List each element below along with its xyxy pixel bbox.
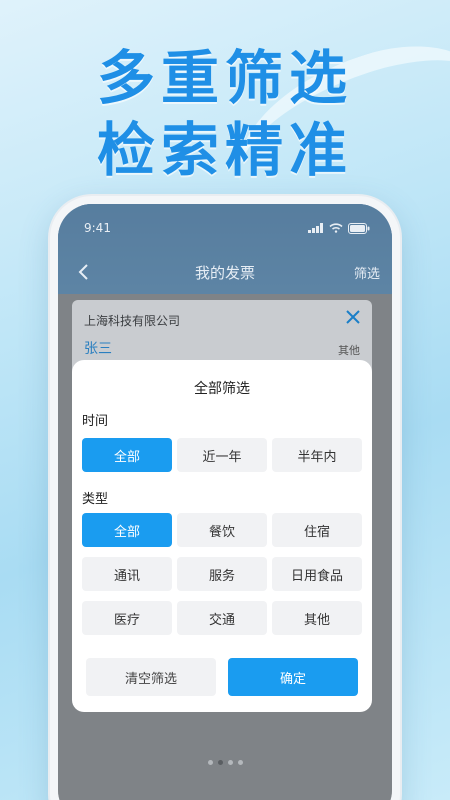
type-option-dining[interactable]: 餐饮 (177, 513, 267, 547)
battery-icon (348, 222, 370, 234)
phone-screen: 9:41 我的发票 筛选 上海科技有限公司 张三 其他 全部筛选 时间 全部 近… (58, 204, 392, 800)
type-section-label: 类型 (82, 492, 109, 507)
sheet-title: 全部筛选 (194, 381, 250, 397)
invoice-tag: 其他 (338, 344, 360, 357)
type-option-other[interactable]: 其他 (272, 601, 362, 635)
filter-sheet: 全部筛选 时间 全部 近一年 半年内 类型 全部 餐饮 住宿 通讯 服务 日用食… (72, 360, 372, 712)
page-dot[interactable] (227, 760, 233, 765)
page-title: 我的发票 (194, 263, 255, 282)
type-option-all[interactable]: 全部 (82, 513, 172, 547)
hero-line-1: 多重筛选 (96, 44, 353, 112)
page-indicator (58, 760, 392, 765)
type-option-transport[interactable]: 交通 (177, 601, 267, 635)
page-dot-active[interactable] (217, 760, 223, 765)
status-bar: 9:41 (84, 218, 370, 238)
confirm-button[interactable]: 确定 (228, 658, 358, 696)
navigation-bar: 我的发票 筛选 (58, 254, 392, 290)
type-option-groceries[interactable]: 日用食品 (272, 557, 362, 591)
time-option-last-year[interactable]: 近一年 (177, 438, 267, 472)
filter-button[interactable]: 筛选 (354, 263, 380, 282)
page-dot[interactable] (237, 760, 243, 765)
invoice-company: 上海科技有限公司 (84, 314, 181, 328)
time-section-label: 时间 (82, 414, 109, 429)
signal-icon (308, 223, 323, 233)
page-dot[interactable] (207, 760, 213, 765)
type-option-service[interactable]: 服务 (177, 557, 267, 591)
status-icons (308, 222, 370, 234)
wifi-icon (329, 223, 343, 233)
type-option-medical[interactable]: 医疗 (82, 601, 172, 635)
phone-frame: 9:41 我的发票 筛选 上海科技有限公司 张三 其他 全部筛选 时间 全部 近… (50, 196, 400, 800)
hero-heading: 多重筛选 检索精准 (0, 42, 450, 186)
time-option-all[interactable]: 全部 (82, 438, 172, 472)
close-icon[interactable] (344, 308, 362, 326)
type-option-telecom[interactable]: 通讯 (82, 557, 172, 591)
clear-filter-button[interactable]: 清空筛选 (86, 658, 216, 696)
time-option-half-year[interactable]: 半年内 (272, 438, 362, 472)
hero-line-2: 检索精准 (96, 116, 353, 184)
invoice-person: 张三 (84, 341, 112, 357)
type-option-lodging[interactable]: 住宿 (272, 513, 362, 547)
chevron-left-icon[interactable] (72, 260, 96, 284)
status-time: 9:41 (84, 221, 111, 235)
